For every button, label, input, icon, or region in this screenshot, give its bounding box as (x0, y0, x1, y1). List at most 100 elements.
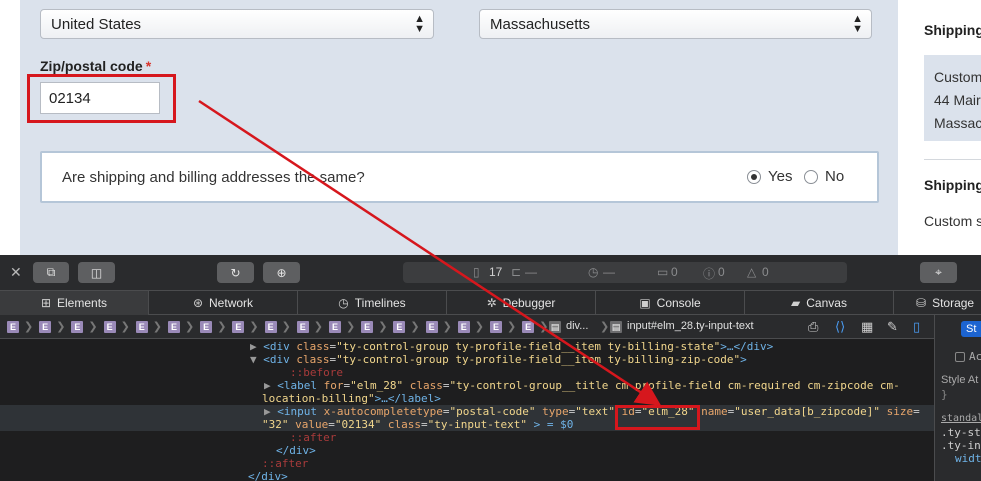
breadcrumb-element-badge[interactable]: E (425, 321, 438, 333)
attr-value: "ty-control-group__title cm-profile-fiel… (449, 379, 900, 392)
breadcrumb-element-badge[interactable]: E (103, 321, 116, 333)
reload-button[interactable]: ↻ (217, 262, 254, 283)
attr-value: "postal-code" (449, 405, 536, 418)
shipping-method-text: Custom s (924, 213, 981, 229)
braces-icon[interactable]: ⟨⟩ (835, 319, 845, 335)
dom-node-label[interactable]: ▶ <label for="elm_28" class="ty-control-… (264, 379, 900, 392)
tab-canvas[interactable]: ▰ Canvas (745, 291, 894, 315)
breadcrumb-element-badge[interactable]: E (135, 321, 148, 333)
tab-label: Storage (932, 296, 975, 310)
size-icon: ⊏ (511, 265, 522, 279)
attr-name: class (296, 340, 330, 353)
breadcrumb-element-badge[interactable]: E (39, 321, 52, 333)
breadcrumb-chevron-icon: ❯ (600, 321, 610, 333)
breadcrumb-element-badge[interactable]: E (71, 321, 84, 333)
zip-label-text: Zip/postal code (40, 58, 143, 74)
breadcrumb-chevron-icon: ❯ (152, 321, 163, 333)
pseudo-before[interactable]: ::before (290, 366, 343, 379)
breadcrumb-element-badge[interactable]: E (7, 321, 19, 333)
canvas-icon: ▰ (791, 296, 801, 310)
breadcrumb-chevron-icon: ❯ (507, 321, 517, 333)
breadcrumb-element-badge[interactable]: E (522, 321, 535, 333)
breadcrumb-element-badge[interactable]: E (168, 321, 180, 333)
grid-icon[interactable]: ▦ (861, 319, 873, 335)
stylesheet-link[interactable]: standalo (941, 413, 981, 424)
crosshair-icon: ⌖ (935, 265, 942, 279)
pseudo-after[interactable]: ::after (290, 431, 336, 444)
breadcrumb-chevron-icon: ❯ (442, 321, 452, 333)
breadcrumb-current[interactable]: input#elm_28.ty-input-text (627, 320, 754, 332)
radio-yes-circle-icon[interactable] (747, 169, 761, 184)
dom-node-input-cont[interactable]: "32" value="02134" class="ty-input-text"… (262, 418, 573, 431)
warning-icon: △ (747, 265, 757, 279)
breadcrumb-element-badge[interactable]: E (457, 321, 470, 333)
breadcrumb-chevron-icon: ❯ (249, 321, 259, 333)
required-mark: * (145, 58, 152, 74)
disclosure-down-icon[interactable]: ▼ (250, 353, 263, 366)
radio-no[interactable]: No (804, 168, 844, 185)
tab-timelines[interactable]: ◷ Timelines (298, 291, 447, 315)
tab-debugger[interactable]: ✲ Debugger (447, 291, 596, 315)
dom-node-label-cont[interactable]: location-billing">…</label> (262, 392, 441, 405)
breadcrumb-div[interactable]: div... (566, 320, 588, 332)
pseudo-after[interactable]: ::after (262, 457, 308, 470)
country-select[interactable]: United States ▲ ▼ (40, 9, 434, 39)
close-div-tag[interactable]: </div> (248, 470, 288, 481)
attr-name: value (295, 418, 329, 431)
brush-icon[interactable]: ✎ (887, 319, 898, 335)
breadcrumb-chevron-icon: ❯ (217, 321, 227, 333)
state-select[interactable]: Massachusetts ▲ ▼ (479, 9, 872, 39)
css-rule: .ty-st (941, 426, 981, 439)
breadcrumb-element-badge[interactable]: E (296, 321, 309, 333)
load-time-value: — (603, 265, 615, 279)
breadcrumb-element-badge[interactable]: E (232, 321, 245, 333)
attr-name: size (886, 405, 914, 418)
element-picker-button[interactable]: ⌖ (920, 262, 957, 283)
breadcrumb-element-badge[interactable]: E (264, 321, 277, 333)
tab-storage[interactable]: ⛁ Storage (894, 291, 981, 315)
radio-no-circle-icon[interactable] (804, 169, 818, 184)
storage-icon: ⛁ (916, 296, 927, 310)
attr-name: name (701, 405, 728, 418)
print-icon[interactable]: ⎙ (808, 319, 818, 335)
attr-value: "02134" (334, 418, 382, 431)
breadcrumb-element-badge[interactable]: E (361, 321, 374, 333)
breadcrumb-chevron-icon: ❯ (474, 321, 485, 333)
tag-open: <input (277, 405, 324, 418)
error-icon: ⓘ (703, 267, 716, 281)
download-button[interactable]: ⊕ (263, 262, 300, 283)
close-icon[interactable]: ✕ (10, 264, 22, 281)
close-div-tag[interactable]: </div> (276, 444, 316, 457)
breadcrumb-element-badge[interactable]: E (329, 321, 341, 333)
dom-node-billing-state[interactable]: ▶ <div class="ty-control-group ty-profil… (250, 340, 773, 353)
split-view-icon: ◫ (90, 265, 103, 280)
breadcrumb-element-badge[interactable]: E (490, 321, 502, 333)
dom-node-billing-zip[interactable]: ▼ <div class="ty-control-group ty-profil… (250, 353, 747, 366)
shipping-method-heading: Shipping (924, 177, 981, 193)
breadcrumb-element-badge[interactable]: E (393, 321, 406, 333)
document-icon: ▯ (473, 265, 480, 279)
disclosure-right-icon[interactable]: ▶ (264, 405, 277, 418)
attr-value: "32" (262, 418, 289, 431)
attr-name: for (323, 379, 344, 392)
tab-elements[interactable]: ⊞ Elements (0, 291, 149, 315)
id-highlight-box (615, 405, 700, 430)
order-summary-column: Shipping Custom 44 Mair Massac Shipping … (900, 0, 981, 255)
disclosure-right-icon[interactable]: ▶ (250, 340, 263, 353)
dock-window-button[interactable]: ⧉ (33, 262, 69, 283)
disclosure-right-icon[interactable]: ▶ (264, 379, 277, 392)
tab-network[interactable]: ⊛ Network (149, 291, 298, 315)
radio-yes[interactable]: Yes (747, 168, 792, 185)
active-checkbox[interactable] (955, 352, 965, 362)
breadcrumb-chevron-icon: ❯ (24, 321, 34, 333)
styles-tab[interactable]: St (961, 321, 981, 337)
breadcrumb-chevron-icon: ❯ (120, 321, 130, 333)
tag-open: <div (263, 353, 297, 366)
dom-node-input[interactable]: ▶ <input x-autocompletetype="postal-code… (264, 405, 920, 418)
same-address-box: Are shipping and billing addresses the s… (40, 151, 879, 203)
breadcrumb-element-badge[interactable]: E (200, 321, 213, 333)
dock-side-button[interactable]: ◫ (78, 262, 115, 283)
activity-status-bar[interactable]: ▯ 17 ⊏ — ◷ — ▭ 0 ⓘ 0 △ 0 (403, 262, 847, 283)
tab-console[interactable]: ▣ Console (596, 291, 745, 315)
sidebar-toggle-icon[interactable]: ▯ (913, 319, 920, 335)
